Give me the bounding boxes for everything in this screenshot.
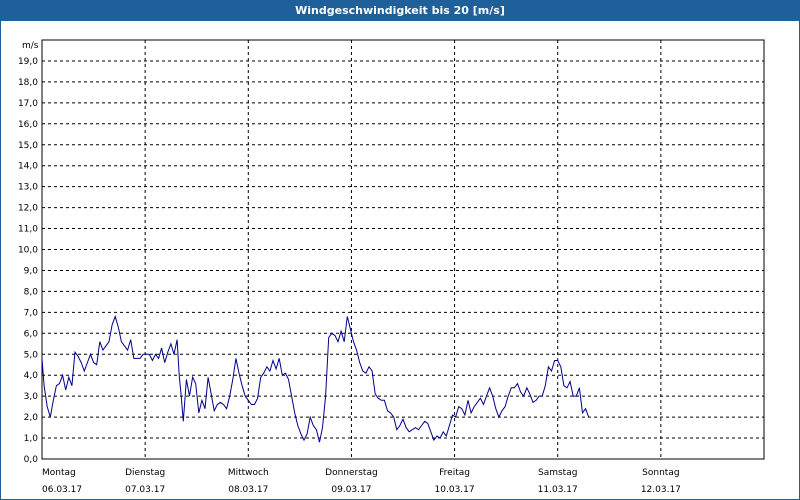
x-tick-day: Montag [42,468,76,478]
x-tick-day: Mittwoch [228,468,269,478]
y-tick-label: 3,0 [24,392,39,402]
y-tick-label: 9,0 [24,266,39,276]
y-tick-label: 12,0 [18,204,38,214]
y-tick-label: 15,0 [18,141,38,151]
x-tick-day: Dienstag [125,468,165,478]
y-tick-label: 16,0 [18,120,38,130]
x-tick-labels: Montag 06.03.17 Dienstag 07.03.17 Mittwoch 08… [42,468,681,495]
wind-speed-chart: 0,0 1,0 2,0 3,0 4,0 5,0 6,0 7,0 8,0 9,0 10,0 11,0 12… [18,39,765,495]
y-tick-label: 4,0 [24,371,39,381]
x-tick-day: Freitag [439,468,470,478]
x-tick-date: 08.03.17 [228,485,268,495]
y-tick-label: 14,0 [18,162,38,172]
x-tick-date: 10.03.17 [435,485,475,495]
y-tick-label: 17,0 [18,99,38,109]
y-tick-label: 5,0 [24,350,39,360]
x-tick-day: Sonntag [642,468,679,478]
x-tick-date: 12.03.17 [641,485,681,495]
y-axis-label: m/s [22,41,39,51]
x-tick-day: Samstag [538,468,577,478]
y-tick-label: 8,0 [24,287,39,297]
y-tick-label: 13,0 [18,183,38,193]
x-tick-date: 11.03.17 [538,485,578,495]
x-tick-date: 06.03.17 [42,485,82,495]
x-tick-date: 07.03.17 [125,485,165,495]
y-tick-label: 11,0 [18,225,38,235]
x-tick-day: Donnerstag [325,468,378,478]
y-tick-label: 2,0 [24,413,39,423]
y-tick-label: 6,0 [24,329,39,339]
y-tick-label: 0,0 [24,455,39,465]
y-tick-labels: 0,0 1,0 2,0 3,0 4,0 5,0 6,0 7,0 8,0 9,0 10,0 11,0 12… [18,57,38,465]
y-tick-label: 18,0 [18,78,38,88]
y-tick-label: 1,0 [24,434,39,444]
y-tick-label: 19,0 [18,57,38,67]
x-tick-date: 09.03.17 [331,485,371,495]
y-tick-label: 7,0 [24,308,39,318]
y-tick-label: 10,0 [18,246,38,256]
